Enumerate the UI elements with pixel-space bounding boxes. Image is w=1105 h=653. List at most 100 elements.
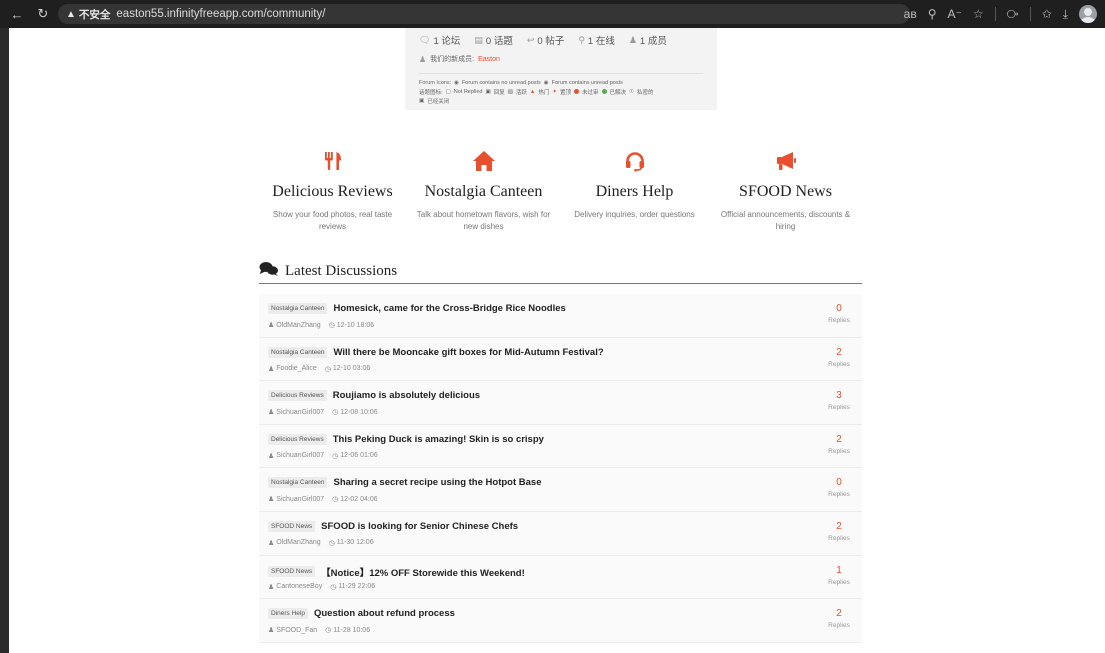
solved-icon [601,89,607,94]
divider [1029,7,1031,21]
author[interactable]: SichuanGirl007 [276,409,324,416]
reply-count: 0 Replies [828,477,850,499]
address-bar[interactable]: ▲ 不安全 easton55.infinityfreeapp.com/commun… [58,4,910,24]
topic-title[interactable]: Sharing a secret recipe using the Hotpot… [333,477,541,488]
list-item[interactable]: SFOOD News 【Notice】12% OFF Storewide this… [259,555,862,600]
timestamp: 11-28 10:06 [333,626,371,634]
reply-icon: ↩ [526,34,535,45]
author[interactable]: OldManZhang [276,539,320,546]
bulb-icon: ⚲ [578,34,585,45]
icon-legend: Forum Icons: ◉ Forum contains no unread … [419,73,703,105]
topic-title[interactable]: Will there be Mooncake gift boxes for Mi… [333,347,603,358]
user-icon: ♟ [628,34,637,45]
favorites-icon[interactable]: ✩ [1042,7,1052,21]
list-item[interactable]: Nostalgia Canteen Homesick, came for the … [259,294,862,338]
author[interactable]: Foodie_Alice [276,365,316,372]
user-icon: ♟ [268,539,275,547]
user-icon: ♟ [268,627,275,635]
timestamp: 11-30 12:06 [336,539,374,547]
user-icon: ♟ [268,322,275,329]
category-tag[interactable]: Nostalgia Canteen [268,303,328,314]
active-icon: ▧ [507,88,513,95]
user-icon: ♟ [268,496,275,504]
author[interactable]: OldManZhang [276,322,320,329]
category-tag[interactable]: Diners Help [268,608,308,620]
topic-title[interactable]: This Peking Duck is amazing! Skin is so … [333,434,544,445]
lock-icon: ▣ [419,97,425,104]
text-size-icon[interactable]: A⁻ [948,7,962,21]
category-sfood-news[interactable]: SFOOD News Official announcements, disco… [710,146,861,236]
newest-member-link[interactable]: Easton [478,56,500,63]
list-item[interactable]: Nostalgia Canteen Will there be Mooncake … [259,337,862,382]
category-title[interactable]: Delicious Reviews [257,183,408,201]
author[interactable]: SFOOD_Fan [276,627,317,634]
user-icon: ♟ [419,54,427,64]
category-tag[interactable]: SFOOD News [268,520,316,532]
reply-count: 2 Replies [828,520,850,542]
clock-icon: ◷ [328,322,335,329]
favorite-star-icon[interactable]: ☆ [973,7,984,21]
topic-title[interactable]: SFOOD is looking for Senior Chinese Chef… [321,521,518,532]
topic-title[interactable]: Roujiamo is absolutely delicious [333,390,480,401]
timestamp: 11-29 22:06 [338,583,376,591]
timestamp: 12-08 10:06 [340,408,378,416]
newest-member: ♟ 我们的新成员: Easton [419,54,500,64]
replied-icon: ▣ [485,88,491,95]
timestamp: 12-10 18:06 [336,321,375,329]
list-item[interactable]: Diners Help Question about refund process… [259,599,862,643]
headset-icon [559,146,710,176]
list-item[interactable]: Delicious Reviews This Peking Duck is ama… [259,424,862,469]
user-icon: ♟ [268,409,275,417]
category-tag[interactable]: Nostalgia Canteen [268,346,328,358]
category-tag[interactable]: Nostalgia Canteen [268,477,328,489]
category-title[interactable]: Nostalgia Canteen [408,183,559,201]
zoom-icon[interactable]: ⚲ [928,7,937,21]
category-diners-help[interactable]: Diners Help Delivery inquiries, order qu… [559,146,710,236]
download-icon[interactable]: ⤓ [1063,7,1068,22]
back-arrow-icon[interactable]: ← [10,7,24,22]
category-delicious-reviews[interactable]: Delicious Reviews Show your food photos,… [257,146,408,236]
profile-avatar[interactable] [1079,5,1097,23]
topic-title[interactable]: Question about refund process [314,608,455,619]
discussion-list: Nostalgia Canteen Homesick, came for the … [259,294,862,643]
topic-title[interactable]: Homesick, came for the Cross-Bridge Rice… [333,303,565,314]
clock-icon: ◷ [330,583,337,591]
author[interactable]: CantoneseBoy [276,583,322,590]
timestamp: 12-02 04:06 [340,495,378,503]
latest-discussions-header: Latest Discussions [259,260,862,284]
user-icon: ♟ [268,365,275,373]
category-desc: Talk about hometown flavors, wish for ne… [416,210,551,231]
list-item[interactable]: Nostalgia Canteen Sharing a secret recipe… [259,468,862,512]
list-item[interactable]: Delicious Reviews Roujiamo is absolutely … [259,381,862,425]
user-icon: ♟ [268,452,275,460]
category-tag[interactable]: Delicious Reviews [268,433,327,445]
category-title[interactable]: Diners Help [559,183,710,201]
user-icon: ♟ [268,583,275,591]
topic-title[interactable]: 【Notice】12% OFF Storewide this Weekend! [321,565,525,579]
reload-icon[interactable]: ↻ [36,6,50,21]
category-title[interactable]: SFOOD News [710,183,861,201]
category-desc: Delivery inquiries, order questions [574,210,695,219]
forum-unread-icon: ◉ [543,79,549,86]
chat-bubbles-icon: 🗨 [419,34,431,45]
url-text: easton55.infinityfreeapp.com/community/ [116,8,326,20]
category-grid: Delicious Reviews Show your food photos,… [257,146,862,236]
category-nostalgia-canteen[interactable]: Nostalgia Canteen Talk about hometown fl… [408,146,559,236]
reply-count: 2 Replies [828,346,850,368]
read-aloud-icon[interactable]: a‏ʙ [904,7,917,21]
list-item[interactable]: SFOOD News SFOOD is looking for Senior Ch… [259,511,862,556]
security-warning[interactable]: ▲ 不安全 [66,7,110,22]
author[interactable]: SichuanGirl007 [276,496,324,503]
category-tag[interactable]: SFOOD News [268,566,316,578]
copilot-icon[interactable]: ⧂ [1007,7,1019,22]
posts-count: 0 帖子 [537,36,565,47]
page-viewport: 🗨 1 论坛 ▤ 0 话题 ↩ 0 帖子 ⚲ 1 在线 ♟ 1 成员 ♟ 我们的新成员: … [9,28,1105,653]
clock-icon: ◷ [332,409,339,417]
clock-icon: ◷ [325,627,332,635]
latest-discussions-title: Latest Discussions [285,263,398,279]
author[interactable]: SichuanGirl007 [276,452,324,459]
warning-triangle-icon: ▲ [66,8,76,20]
clock-icon: ◷ [328,539,335,547]
category-tag[interactable]: Delicious Reviews [268,390,327,402]
category-desc: Official announcements, discounts & hiri… [720,210,851,231]
